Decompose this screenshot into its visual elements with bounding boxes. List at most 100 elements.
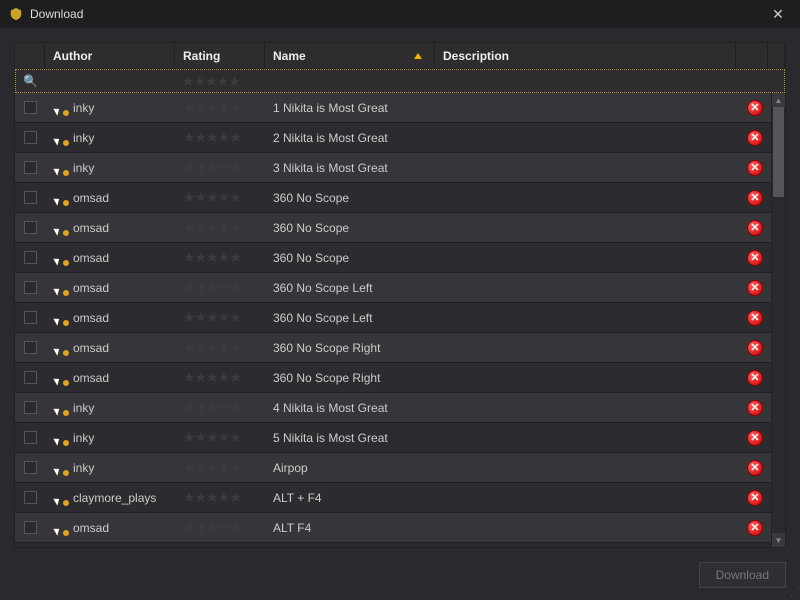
download-button[interactable]: Download: [699, 562, 786, 588]
table-row[interactable]: omsad★★★★★360 No Scope✕: [15, 243, 771, 273]
delete-button[interactable]: ✕: [747, 160, 763, 176]
row-description-cell: [435, 363, 739, 392]
header-name[interactable]: Name: [265, 43, 435, 68]
delete-button[interactable]: ✕: [747, 190, 763, 206]
table-row[interactable]: omsad★★★★★360 No Scope Right✕: [15, 363, 771, 393]
row-checkbox[interactable]: [24, 101, 37, 114]
row-type-icon: [53, 311, 67, 325]
delete-button[interactable]: ✕: [747, 100, 763, 116]
table-row[interactable]: omsad★★★★★360 No Scope Left✕: [15, 273, 771, 303]
delete-button[interactable]: ✕: [747, 370, 763, 386]
row-checkbox[interactable]: [24, 461, 37, 474]
row-checkbox[interactable]: [24, 521, 37, 534]
delete-button[interactable]: ✕: [747, 400, 763, 416]
row-checkbox-cell: [15, 363, 45, 392]
header-description[interactable]: Description: [435, 43, 736, 68]
scroll-down-button[interactable]: ▼: [772, 533, 785, 547]
close-icon: ✕: [750, 401, 759, 414]
download-window: Download ✕ Author Rating Name Descriptio…: [0, 0, 800, 600]
table-row[interactable]: inky★★★★★2 Nikita is Most Great✕: [15, 123, 771, 153]
close-icon: ✕: [750, 161, 759, 174]
row-checkbox[interactable]: [24, 131, 37, 144]
row-description-cell: [435, 333, 739, 362]
row-checkbox-cell: [15, 213, 45, 242]
row-rating-cell: ★★★★★: [175, 423, 265, 452]
resize-grip[interactable]: ⋰: [790, 587, 798, 598]
table-row[interactable]: omsad★★★★★ALT F4✕: [15, 513, 771, 543]
table-row[interactable]: omsad★★★★★360 No Scope✕: [15, 213, 771, 243]
row-checkbox[interactable]: [24, 251, 37, 264]
scroll-thumb[interactable]: [773, 107, 784, 197]
row-checkbox[interactable]: [24, 371, 37, 384]
table-row[interactable]: omsad★★★★★360 No Scope Right✕: [15, 333, 771, 363]
table-row[interactable]: inky★★★★★3 Nikita is Most Great✕: [15, 153, 771, 183]
row-description-cell: [435, 213, 739, 242]
row-checkbox[interactable]: [24, 161, 37, 174]
filter-author[interactable]: [46, 70, 176, 92]
row-checkbox[interactable]: [24, 311, 37, 324]
row-checkbox-cell: [15, 513, 45, 542]
scroll-track[interactable]: [772, 107, 785, 533]
row-author-cell: omsad: [45, 363, 175, 392]
row-name: ALT + F4: [273, 491, 322, 505]
filter-rating[interactable]: ★★★★★: [176, 70, 266, 92]
row-type-icon: [53, 251, 67, 265]
row-action-cell: ✕: [739, 393, 771, 422]
row-rating-stars: ★★★★★: [183, 279, 241, 296]
table-row[interactable]: omsad★★★★★360 No Scope Left✕: [15, 303, 771, 333]
delete-button[interactable]: ✕: [747, 220, 763, 236]
row-name-cell: Airpop: [265, 453, 435, 482]
delete-button[interactable]: ✕: [747, 250, 763, 266]
row-checkbox[interactable]: [24, 221, 37, 234]
table-row[interactable]: inky★★★★★4 Nikita is Most Great✕: [15, 393, 771, 423]
row-checkbox[interactable]: [24, 431, 37, 444]
row-checkbox[interactable]: [24, 401, 37, 414]
close-icon: ✕: [750, 131, 759, 144]
delete-button[interactable]: ✕: [747, 130, 763, 146]
delete-button[interactable]: ✕: [747, 490, 763, 506]
table-row[interactable]: inky★★★★★5 Nikita is Most Great✕: [15, 423, 771, 453]
filter-name[interactable]: [266, 70, 436, 92]
row-type-icon: [53, 491, 67, 505]
header-author[interactable]: Author: [45, 43, 175, 68]
row-author: inky: [73, 131, 94, 145]
row-checkbox[interactable]: [24, 191, 37, 204]
row-rating-stars: ★★★★★: [183, 429, 241, 446]
header-rating[interactable]: Rating: [175, 43, 265, 68]
scrollbar[interactable]: ▲ ▼: [771, 93, 785, 547]
delete-button[interactable]: ✕: [747, 460, 763, 476]
row-action-cell: ✕: [739, 153, 771, 182]
table-row[interactable]: claymore_plays★★★★★ALT + F4✕: [15, 483, 771, 513]
delete-button[interactable]: ✕: [747, 340, 763, 356]
row-author: omsad: [73, 221, 109, 235]
table-row[interactable]: inky★★★★★1 Nikita is Most Great✕: [15, 93, 771, 123]
delete-button[interactable]: ✕: [747, 430, 763, 446]
delete-button[interactable]: ✕: [747, 310, 763, 326]
row-rating-cell: ★★★★★: [175, 303, 265, 332]
row-author: omsad: [73, 191, 109, 205]
delete-button[interactable]: ✕: [747, 520, 763, 536]
close-icon: ✕: [750, 281, 759, 294]
close-icon: ✕: [750, 101, 759, 114]
row-checkbox[interactable]: [24, 281, 37, 294]
row-rating-stars: ★★★★★: [183, 159, 241, 176]
close-icon: ✕: [750, 191, 759, 204]
row-name: 3 Nikita is Most Great: [273, 161, 388, 175]
row-checkbox[interactable]: [24, 491, 37, 504]
row-type-icon: [53, 191, 67, 205]
row-type-icon: [53, 131, 67, 145]
header-checkbox[interactable]: [15, 43, 45, 68]
row-name-cell: 360 No Scope Left: [265, 273, 435, 302]
delete-button[interactable]: ✕: [747, 280, 763, 296]
row-type-icon: [53, 461, 67, 475]
table-row[interactable]: omsad★★★★★360 No Scope✕: [15, 183, 771, 213]
filter-description[interactable]: [436, 70, 738, 92]
filter-action: [738, 70, 770, 92]
table-row[interactable]: inky★★★★★Airpop✕: [15, 453, 771, 483]
row-checkbox-cell: [15, 333, 45, 362]
app-icon: [8, 6, 24, 22]
close-button[interactable]: ✕: [764, 6, 792, 23]
scroll-up-button[interactable]: ▲: [772, 93, 785, 107]
row-author-cell: inky: [45, 393, 175, 422]
row-checkbox[interactable]: [24, 341, 37, 354]
